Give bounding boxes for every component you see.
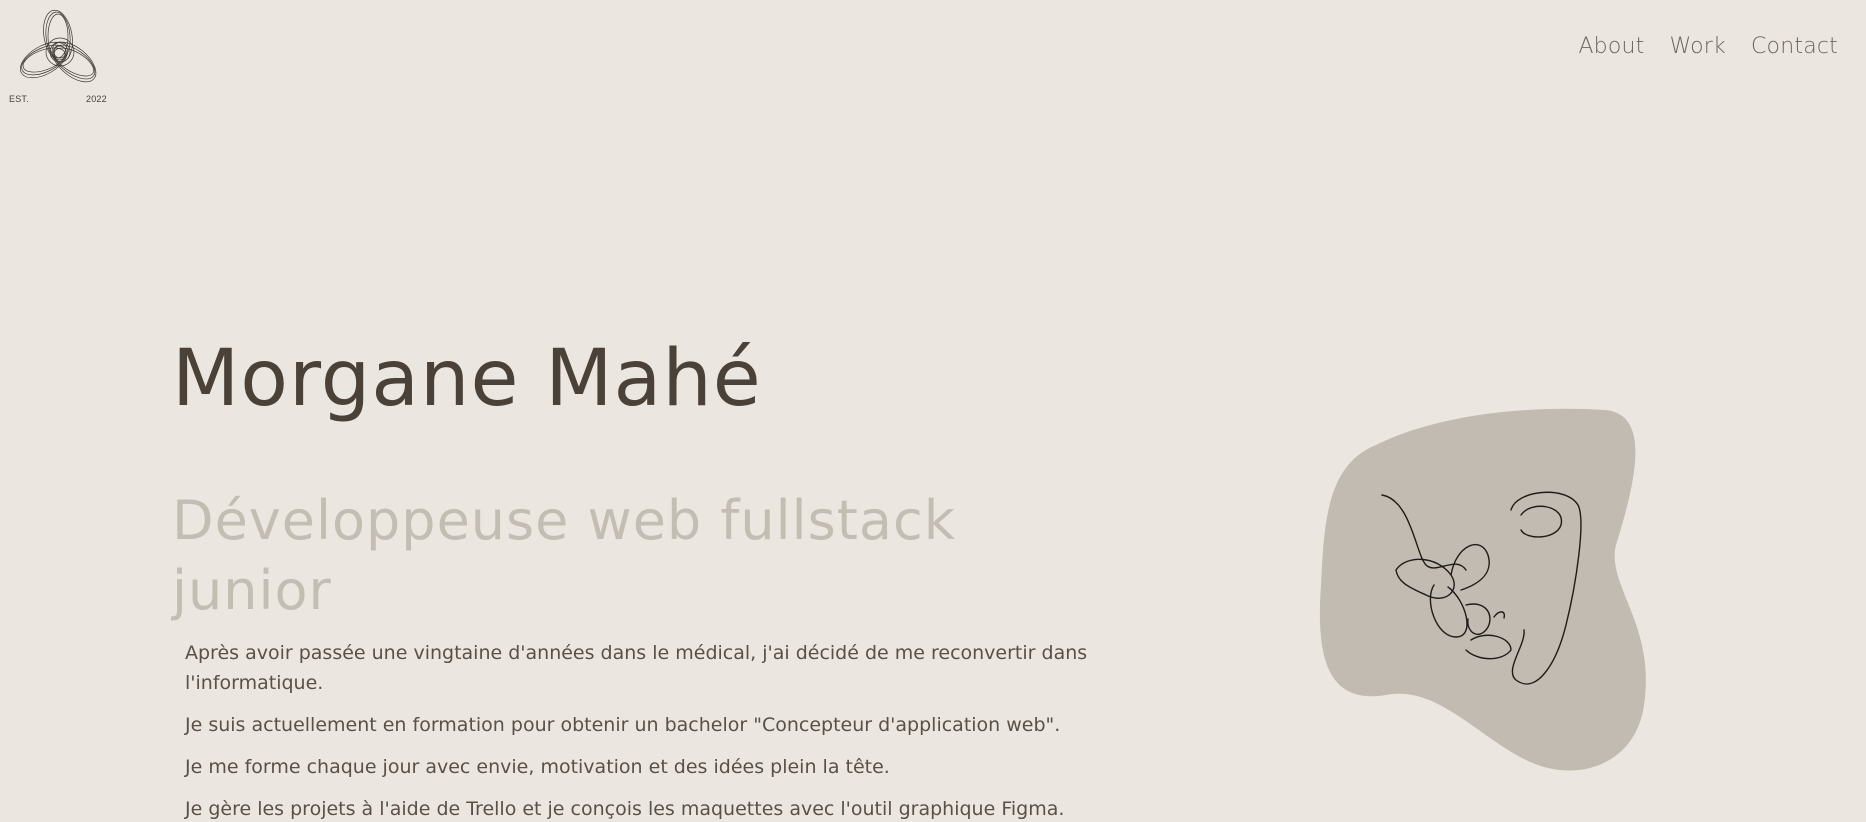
bio-paragraph: Après avoir passée une vingtaine d'année… [185, 642, 1088, 694]
logo-year-label: 2022 [86, 94, 107, 104]
spiral-knot-logo-icon [20, 9, 97, 83]
bio-section: Après avoir passée une vingtaine d'année… [185, 638, 1105, 822]
bio-paragraph: Je gère les projets à l'aide de Trello e… [185, 798, 1065, 820]
nav-link-contact[interactable]: Contact [1751, 34, 1838, 59]
site-logo[interactable]: EST. 2022 [8, 8, 110, 108]
bio-paragraph: Je suis actuellement en formation pour o… [185, 714, 1061, 736]
nav-link-about[interactable]: About [1578, 34, 1644, 59]
blob-shape [1319, 408, 1646, 771]
hero-name: Morgane Mahé [172, 334, 762, 424]
logo-est-label: EST. [9, 94, 29, 104]
portrait-illustration [1316, 405, 1646, 780]
hero-subtitle: Développeuse web fullstack junior [172, 489, 956, 622]
main-nav: About Work Contact [1578, 34, 1838, 59]
line-art-face-butterfly-illustration [1319, 408, 1646, 771]
nav-link-work[interactable]: Work [1669, 34, 1726, 59]
bio-paragraph: Je me forme chaque jour avec envie, moti… [185, 756, 890, 778]
